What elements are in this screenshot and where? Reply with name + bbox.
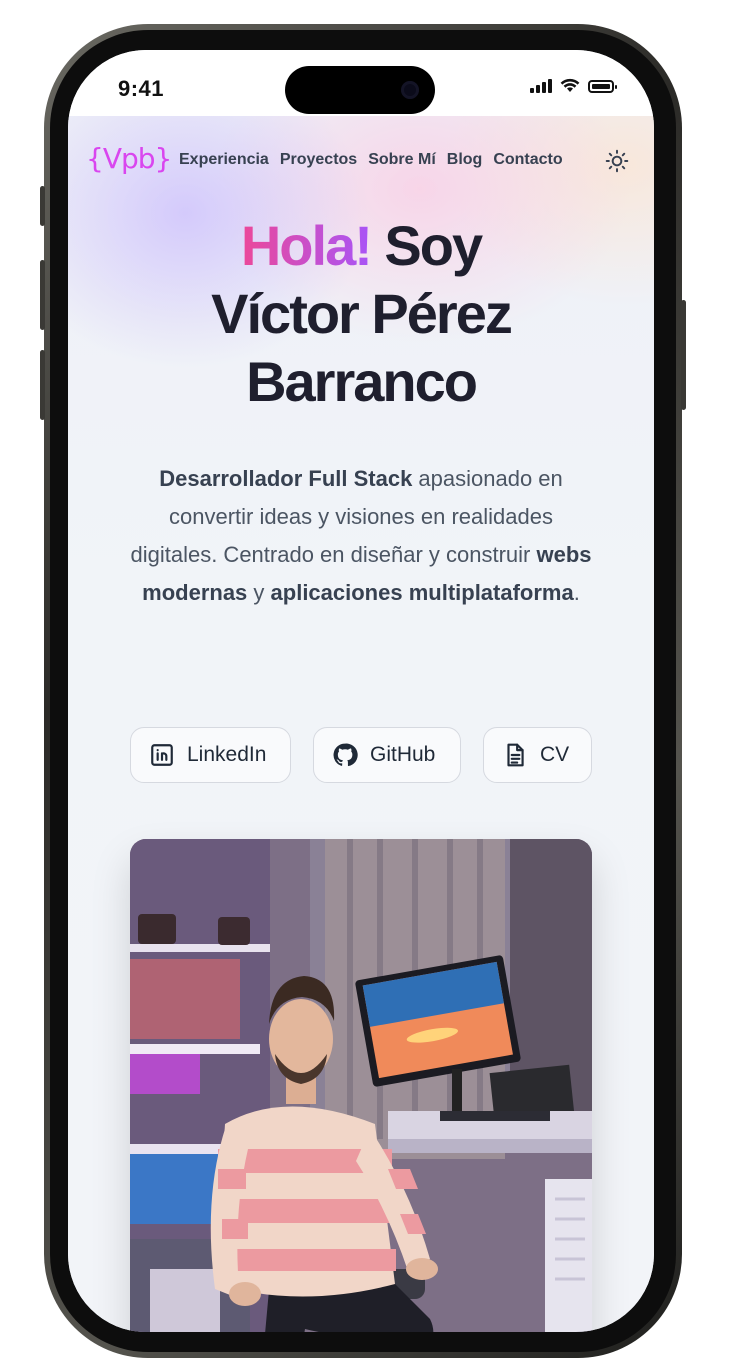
cv-button[interactable]: CV: [483, 727, 592, 783]
hero-title-surname: Barranco: [246, 350, 478, 413]
github-icon: [333, 743, 358, 767]
profile-photo: [130, 839, 592, 1332]
hero-greeting: Hola!: [240, 214, 373, 277]
hero-title: Hola! Soy Víctor Pérez Barranco: [68, 212, 654, 416]
cellular-signal-icon: [530, 78, 552, 93]
status-bar: 9:41: [68, 50, 654, 116]
nav-link-blog[interactable]: Blog: [447, 151, 483, 169]
intro-role: Desarrollador Full Stack: [159, 466, 413, 491]
power-button: [681, 300, 686, 410]
web-page: {Vpb} Experiencia Proyectos Sobre Mí Blo…: [68, 116, 654, 1332]
status-time: 9:41: [118, 76, 165, 101]
hero-title-soy: Soy: [370, 214, 483, 277]
intro-and: y: [247, 580, 271, 605]
nav-links: Experiencia Proyectos Sobre Mí Blog Cont…: [179, 151, 563, 169]
document-icon: [507, 743, 524, 767]
site-logo[interactable]: {Vpb}: [86, 142, 172, 175]
intro-end: .: [573, 580, 580, 605]
action-button: [40, 186, 45, 226]
social-links: LinkedIn GitHub CV: [130, 727, 592, 783]
nav-link-sobre-mi[interactable]: Sobre Mí: [368, 151, 436, 169]
linkedin-button[interactable]: LinkedIn: [130, 727, 291, 783]
status-icons: [530, 78, 617, 93]
nav-link-proyectos[interactable]: Proyectos: [280, 151, 357, 169]
profile-photo-illustration: [130, 839, 592, 1332]
hero-title-name: Víctor Pérez: [211, 282, 513, 345]
volume-down-button: [40, 350, 45, 420]
phone-screen: 9:41 {Vpb} Experiencia Proyectos Sobre M…: [68, 50, 654, 1332]
github-label: GitHub: [370, 743, 436, 766]
front-camera-icon: [401, 81, 419, 99]
linkedin-label: LinkedIn: [187, 743, 267, 766]
linkedin-icon: [151, 744, 173, 766]
intro-apps: aplicaciones multiplataforma: [270, 580, 574, 605]
wifi-icon: [560, 78, 580, 92]
sun-icon[interactable]: [604, 148, 630, 174]
cv-label: CV: [540, 743, 570, 766]
nav-link-experiencia[interactable]: Experiencia: [179, 151, 269, 169]
volume-up-button: [40, 260, 45, 330]
battery-icon: [588, 80, 617, 93]
github-button[interactable]: GitHub: [313, 727, 461, 783]
navbar: {Vpb} Experiencia Proyectos Sobre Mí Blo…: [68, 116, 654, 206]
nav-link-contacto[interactable]: Contacto: [493, 151, 562, 169]
dynamic-island: [285, 66, 435, 114]
hero-intro: Desarrollador Full Stack apasionado en c…: [128, 460, 594, 612]
